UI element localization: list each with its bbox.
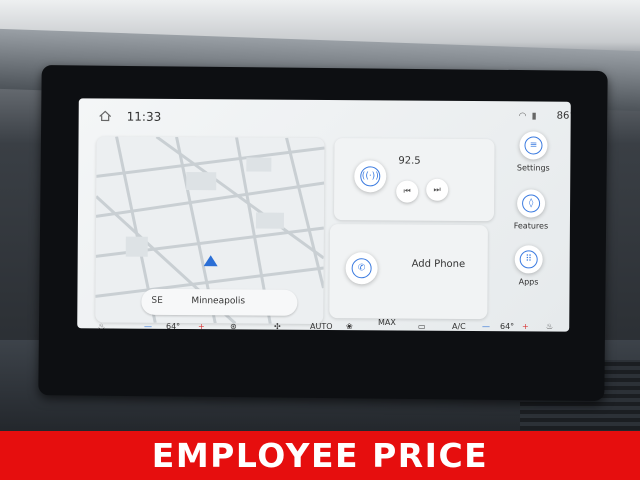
radio-icon: ((·)) — [360, 166, 381, 187]
seat-cool-icon[interactable]: ❀ — [346, 322, 353, 331]
fan-icon[interactable]: ✣ — [274, 322, 281, 331]
features-label: Features — [513, 221, 549, 231]
features-icon-button[interactable]: ◊ — [516, 189, 546, 218]
climate-bar: ♨ — 64° + ⊛ ✣ AUTO ❀ MAX ▭ A/C — 64° + ♨ — [88, 318, 568, 340]
radio-widget[interactable]: ((·)) 92.5 ⏮ ⏭ — [333, 138, 495, 222]
banner-text: EMPLOYEE PRICE — [151, 436, 489, 475]
driver-temperature: 64° — [166, 322, 181, 331]
driver-temp-up-button[interactable]: + — [198, 322, 205, 331]
driver-temp-down-button[interactable]: — — [144, 322, 152, 331]
add-phone-label: Add Phone — [411, 258, 466, 270]
steering-heat-icon[interactable]: ⊛ — [230, 322, 237, 331]
phone-widget[interactable]: ✆ Add Phone — [329, 224, 488, 320]
apps-grid-icon: ⠿ — [519, 250, 538, 269]
settings-label: Settings — [516, 163, 550, 173]
signal-icon: ▮ — [531, 111, 537, 122]
status-bar: 11:33 ◠ ▮ 86° — [79, 98, 571, 135]
radio-source-button[interactable]: ((·)) — [354, 160, 387, 193]
apps-label: Apps — [518, 277, 539, 287]
features-button[interactable]: ◊ Features — [501, 189, 561, 231]
settings-button[interactable]: ≡ Settings — [503, 131, 563, 173]
compass-heading: SE — [151, 295, 163, 306]
ac-button[interactable]: A/C — [452, 322, 466, 331]
max-defrost-button[interactable]: MAX — [378, 318, 396, 327]
seat-heat-right-icon[interactable]: ♨ — [546, 322, 553, 331]
radio-frequency: 92.5 — [398, 155, 421, 167]
infotainment-screen: 11:33 ◠ ▮ 86° SE Minneapolis ((·)) 92.5 … — [77, 98, 571, 332]
phone-icon: ✆ — [351, 258, 372, 279]
home-icon[interactable] — [99, 110, 112, 122]
settings-icon: ≡ — [524, 136, 543, 155]
passenger-temperature: 64° — [500, 322, 515, 331]
map-city: Minneapolis — [191, 296, 246, 307]
add-phone-button[interactable]: ✆ — [345, 252, 378, 285]
skip-forward-icon[interactable]: ⏭ — [426, 178, 449, 201]
location-arrow-icon — [203, 255, 218, 267]
car-icon: ◊ — [522, 194, 541, 213]
promo-banner: EMPLOYEE PRICE — [0, 431, 640, 480]
climate-auto-button[interactable]: AUTO — [310, 322, 333, 331]
skip-back-icon[interactable]: ⏮ — [396, 180, 419, 203]
map-widget[interactable]: SE Minneapolis — [95, 136, 325, 324]
passenger-temp-down-button[interactable]: — — [482, 322, 490, 331]
seat-heat-left-icon[interactable]: ♨ — [98, 322, 105, 331]
apps-icon-button[interactable]: ⠿ — [514, 245, 543, 274]
apps-button[interactable]: ⠿ Apps — [499, 245, 559, 286]
rear-defrost-icon[interactable]: ▭ — [418, 322, 426, 331]
settings-icon-button[interactable]: ≡ — [519, 131, 548, 160]
car-interior-photo: 11:33 ◠ ▮ 86° SE Minneapolis ((·)) 92.5 … — [0, 0, 640, 480]
destination-bar[interactable]: SE Minneapolis — [141, 288, 298, 316]
passenger-temp-up-button[interactable]: + — [522, 322, 529, 331]
clock: 11:33 — [126, 109, 162, 124]
wifi-icon: ◠ — [518, 111, 527, 122]
outside-temperature: 86° — [556, 110, 571, 122]
